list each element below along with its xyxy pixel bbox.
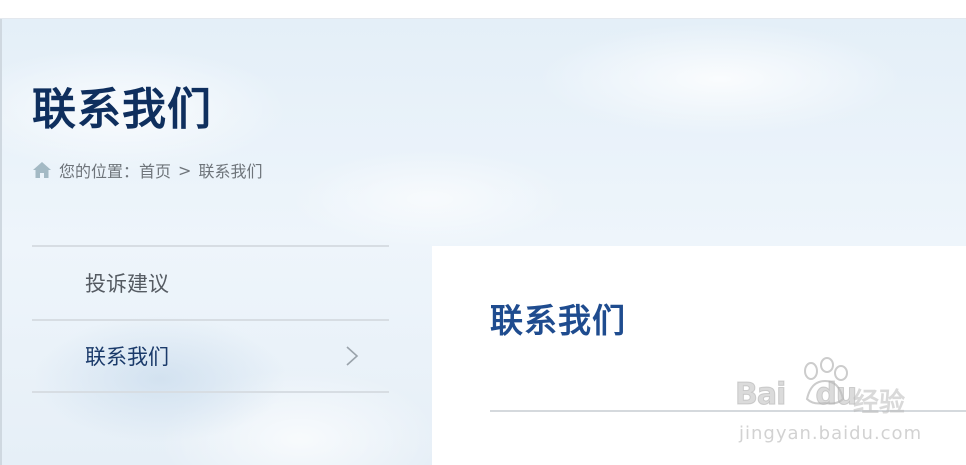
sidebar-item-label: 投诉建议 [85, 272, 169, 296]
breadcrumb: 您的位置： 首页 > 联系我们 [32, 157, 262, 183]
page-title: 联系我们 [32, 84, 212, 135]
breadcrumb-home-link[interactable]: 首页 [139, 158, 171, 182]
home-icon[interactable] [32, 160, 52, 180]
breadcrumb-current[interactable]: 联系我们 [198, 158, 262, 182]
breadcrumb-separator: > [178, 160, 192, 180]
left-border [0, 19, 2, 465]
content-panel: 联系我们 [432, 246, 966, 465]
sidebar-item-complaints[interactable]: 投诉建议 [32, 245, 389, 319]
sidebar-nav: 投诉建议 联系我们 [32, 245, 389, 393]
sidebar-item-label: 联系我们 [85, 345, 169, 369]
top-bar [0, 0, 966, 19]
content-title: 联系我们 [490, 301, 626, 340]
content-divider [490, 410, 966, 412]
sidebar-item-contact-us[interactable]: 联系我们 [32, 319, 389, 393]
chevron-right-icon [345, 345, 359, 367]
breadcrumb-prefix: 您的位置： [59, 162, 140, 181]
